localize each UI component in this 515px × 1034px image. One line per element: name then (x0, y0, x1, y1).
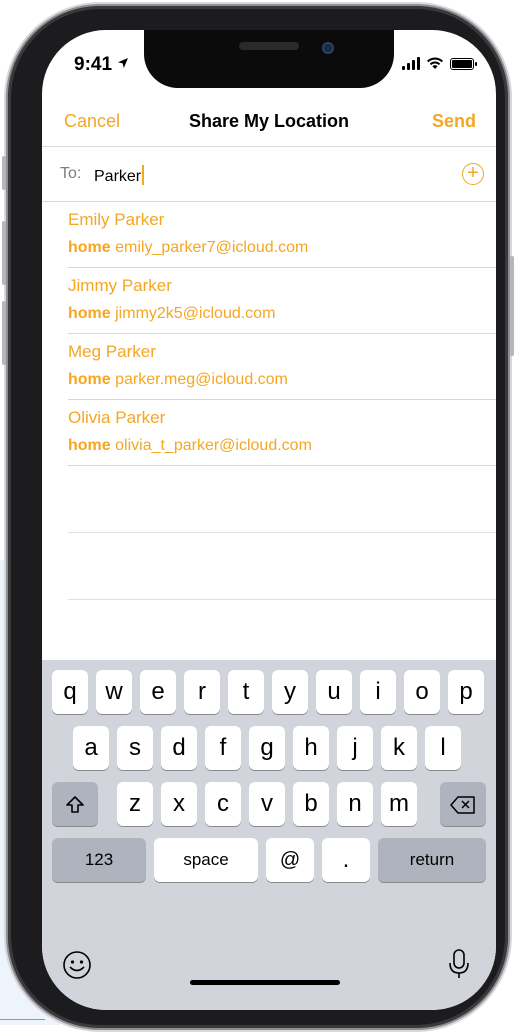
key-k[interactable]: k (381, 726, 417, 770)
mute-switch (2, 156, 6, 190)
contact-suggestion-jimmy-parker[interactable]: Jimmy Parker home jimmy2k5@icloud.com (68, 268, 496, 334)
page-title: Share My Location (188, 111, 350, 131)
numbers-key[interactable]: 123 (52, 838, 146, 882)
front-camera (322, 42, 334, 54)
key-m[interactable]: m (381, 782, 417, 826)
contact-suggestion-meg-parker[interactable]: Meg Parker home parker.meg@icloud.com (68, 334, 496, 400)
notch (144, 30, 394, 88)
keyboard: q w e r t y u i o p a s d f g h j k l z … (42, 660, 496, 1010)
key-r[interactable]: r (184, 670, 220, 714)
keyboard-row-1: q w e r t y u i o p (42, 670, 496, 718)
contact-email: jimmy2k5@icloud.com (115, 305, 276, 322)
screen: 9:41 Cancel Share My Location Send To: P… (42, 30, 496, 1010)
empty-row (68, 533, 496, 600)
to-label: To: (60, 165, 82, 182)
battery-level (452, 60, 472, 68)
key-d[interactable]: d (161, 726, 197, 770)
wifi-icon (427, 57, 443, 69)
emoji-icon[interactable] (62, 950, 92, 980)
send-button[interactable]: Send (432, 111, 476, 132)
return-key[interactable]: return (378, 838, 486, 882)
key-c[interactable]: c (205, 782, 241, 826)
key-y[interactable]: y (272, 670, 308, 714)
home-indicator[interactable] (190, 980, 340, 985)
contact-email: parker.meg@icloud.com (115, 371, 288, 388)
keyboard-row-3: z x c v b n m (42, 782, 496, 830)
contact-suggestions: Emily Parker home emily_parker7@icloud.c… (68, 202, 496, 600)
key-z[interactable]: z (117, 782, 153, 826)
phone-frame: 9:41 Cancel Share My Location Send To: P… (2, 6, 514, 1028)
key-o[interactable]: o (404, 670, 440, 714)
key-v[interactable]: v (249, 782, 285, 826)
at-key[interactable]: @ (266, 838, 314, 882)
microphone-icon[interactable] (448, 948, 470, 980)
contact-kind: home (68, 239, 111, 256)
contact-detail: home emily_parker7@icloud.com (68, 239, 496, 257)
volume-down-button (2, 301, 6, 365)
keyboard-row-2: a s d f g h j k l (42, 726, 496, 774)
contact-detail: home olivia_t_parker@icloud.com (68, 437, 496, 455)
key-b[interactable]: b (293, 782, 329, 826)
cellular-signal-icon (402, 56, 420, 70)
volume-up-button (2, 221, 6, 285)
background-line (0, 1019, 45, 1020)
status-icons (402, 56, 477, 70)
key-f[interactable]: f (205, 726, 241, 770)
key-h[interactable]: h (293, 726, 329, 770)
side-button (510, 256, 514, 356)
key-q[interactable]: q (52, 670, 88, 714)
contact-kind: home (68, 371, 111, 388)
keyboard-row-4: 123 space @ . return (42, 838, 496, 886)
key-e[interactable]: e (140, 670, 176, 714)
text-caret (142, 165, 145, 185)
key-i[interactable]: i (360, 670, 396, 714)
space-key[interactable]: space (154, 838, 258, 882)
key-p[interactable]: p (448, 670, 484, 714)
contact-kind: home (68, 437, 111, 454)
contact-detail: home jimmy2k5@icloud.com (68, 305, 496, 323)
contact-suggestion-olivia-parker[interactable]: Olivia Parker home olivia_t_parker@iclou… (68, 400, 496, 466)
key-g[interactable]: g (249, 726, 285, 770)
contact-detail: home parker.meg@icloud.com (68, 371, 496, 389)
key-x[interactable]: x (161, 782, 197, 826)
contact-email: olivia_t_parker@icloud.com (115, 437, 312, 454)
key-j[interactable]: j (337, 726, 373, 770)
status-bar-time: 9:41 (74, 54, 129, 76)
contact-name: Emily Parker (68, 210, 165, 229)
contact-name: Meg Parker (68, 342, 156, 361)
key-s[interactable]: s (117, 726, 153, 770)
recipient-input-text: Parker (94, 168, 142, 185)
delete-icon (450, 795, 475, 814)
plus-circle-icon[interactable]: + (462, 163, 484, 185)
speaker (239, 42, 299, 50)
key-w[interactable]: w (96, 670, 132, 714)
recipient-input[interactable]: Parker (94, 165, 145, 186)
key-t[interactable]: t (228, 670, 264, 714)
shift-key[interactable] (52, 782, 98, 826)
shift-icon (66, 795, 84, 813)
contact-name: Olivia Parker (68, 408, 166, 427)
status-time-text: 9:41 (74, 54, 113, 75)
contact-kind: home (68, 305, 111, 322)
delete-key[interactable] (440, 782, 486, 826)
navigation-bar: Cancel Share My Location Send (42, 106, 496, 146)
period-key[interactable]: . (322, 838, 370, 882)
contact-name: Jimmy Parker (68, 276, 172, 295)
recipient-field[interactable]: To: Parker + (42, 146, 496, 202)
battery-icon (450, 58, 477, 70)
key-a[interactable]: a (73, 726, 109, 770)
key-l[interactable]: l (425, 726, 461, 770)
key-n[interactable]: n (337, 782, 373, 826)
contact-suggestion-emily-parker[interactable]: Emily Parker home emily_parker7@icloud.c… (68, 202, 496, 268)
location-arrow-icon (118, 58, 129, 68)
empty-row (68, 466, 496, 533)
key-u[interactable]: u (316, 670, 352, 714)
contact-email: emily_parker7@icloud.com (115, 239, 309, 256)
